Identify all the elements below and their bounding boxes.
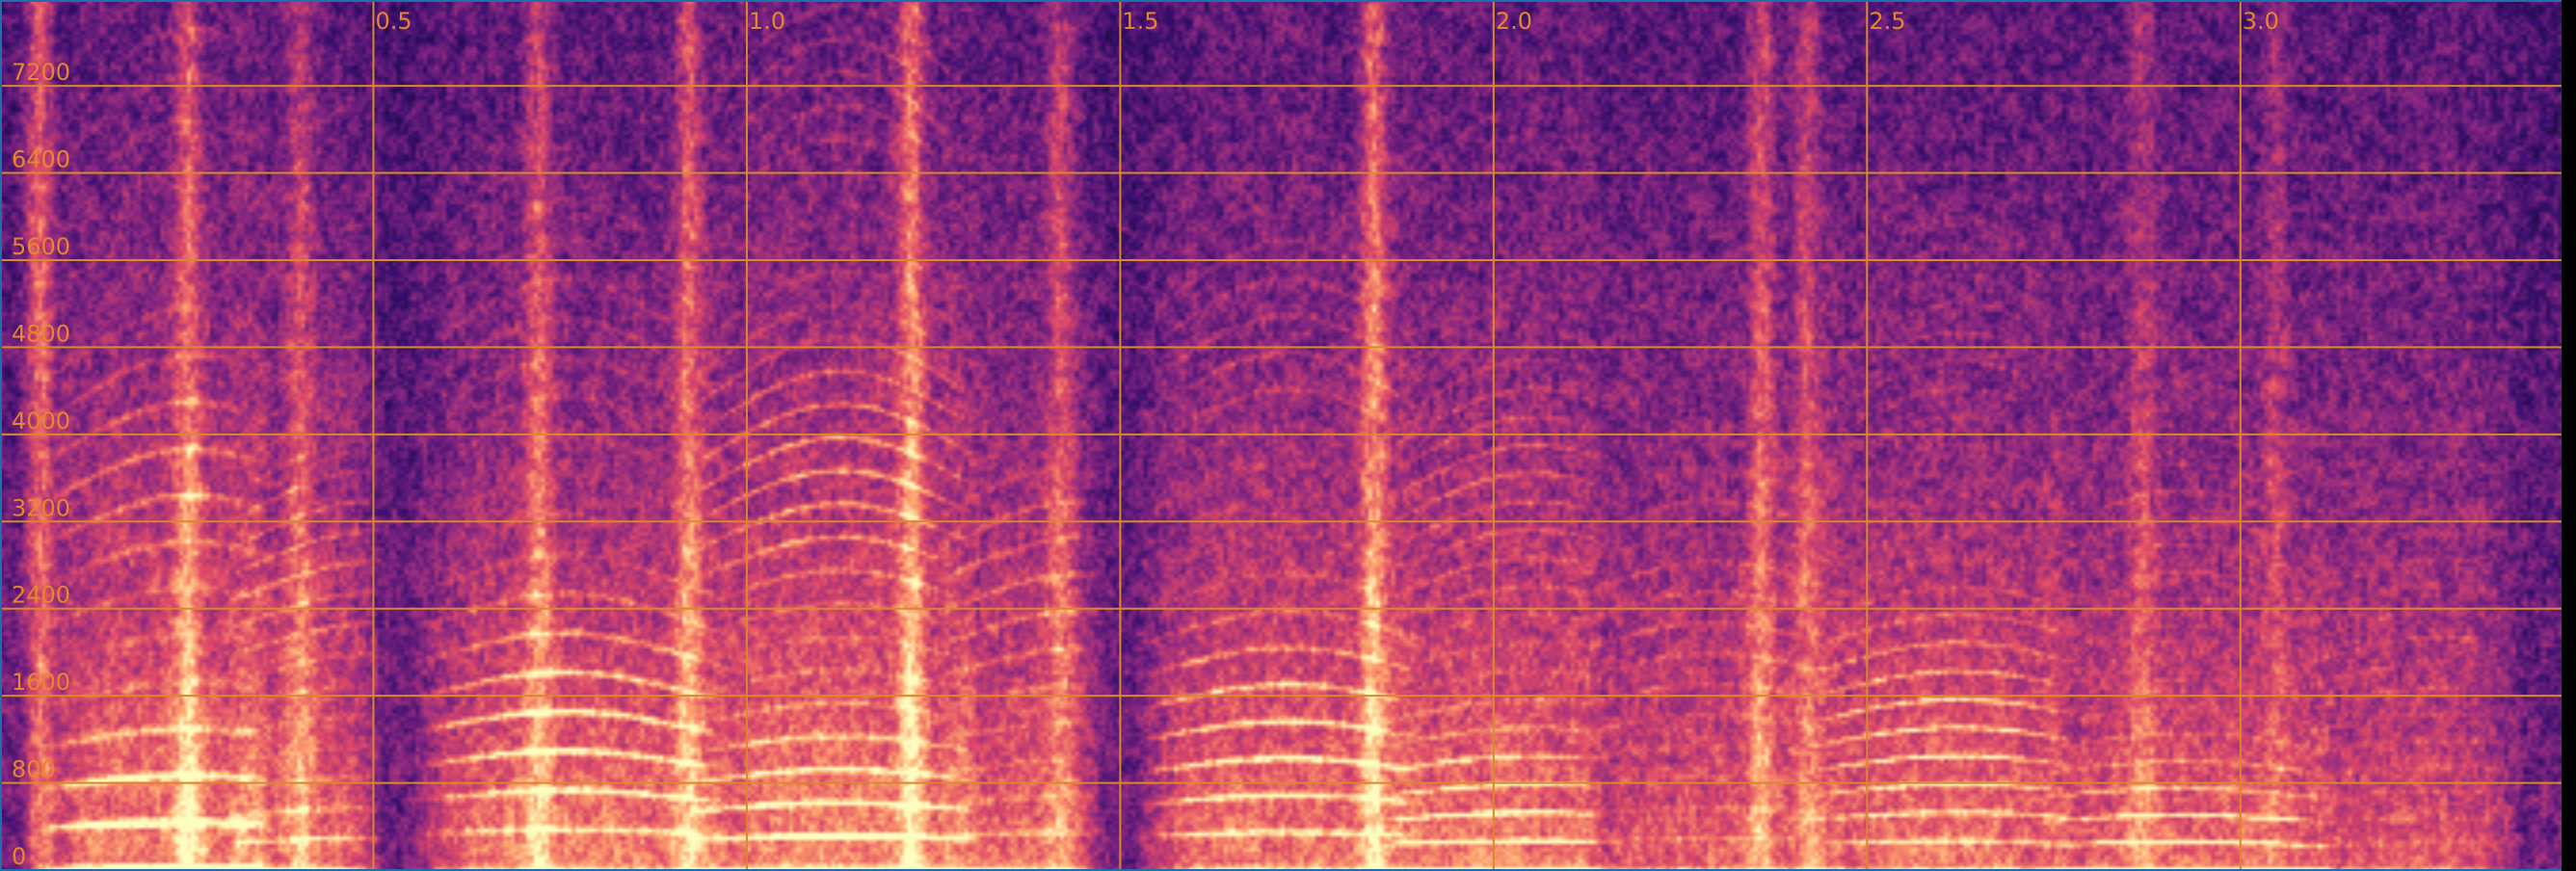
spectrogram-heatmap [0,0,2562,871]
y-tick-label: 4000 [12,408,70,435]
y-tick-label: 6400 [12,146,70,173]
right-edge-strip [2562,0,2576,871]
x-tick-label: 1.0 [749,8,785,35]
x-tick-label: 0.5 [375,8,412,35]
y-tick-label: 0 [12,843,26,870]
y-tick-label: 800 [12,756,56,783]
y-tick-label: 4800 [12,320,70,347]
y-tick-label: 2400 [12,582,70,609]
y-tick-label: 3200 [12,494,70,521]
y-tick-label: 1600 [12,669,70,696]
x-tick-label: 2.0 [1496,8,1532,35]
y-tick-label: 5600 [12,233,70,260]
x-tick-label: 2.5 [1869,8,1905,35]
x-tick-label: 3.0 [2243,8,2279,35]
y-tick-label: 7200 [12,59,70,86]
x-tick-label: 1.5 [1122,8,1158,35]
spectrogram-chart: 0.5 1.0 1.5 2.0 2.5 3.0 0 800 1600 2400 3200 4000 48… [0,0,2576,871]
spectrogram-view: 0.5 1.0 1.5 2.0 2.5 3.0 0 800 1600 2400 3200 4000 48… [0,0,2576,871]
